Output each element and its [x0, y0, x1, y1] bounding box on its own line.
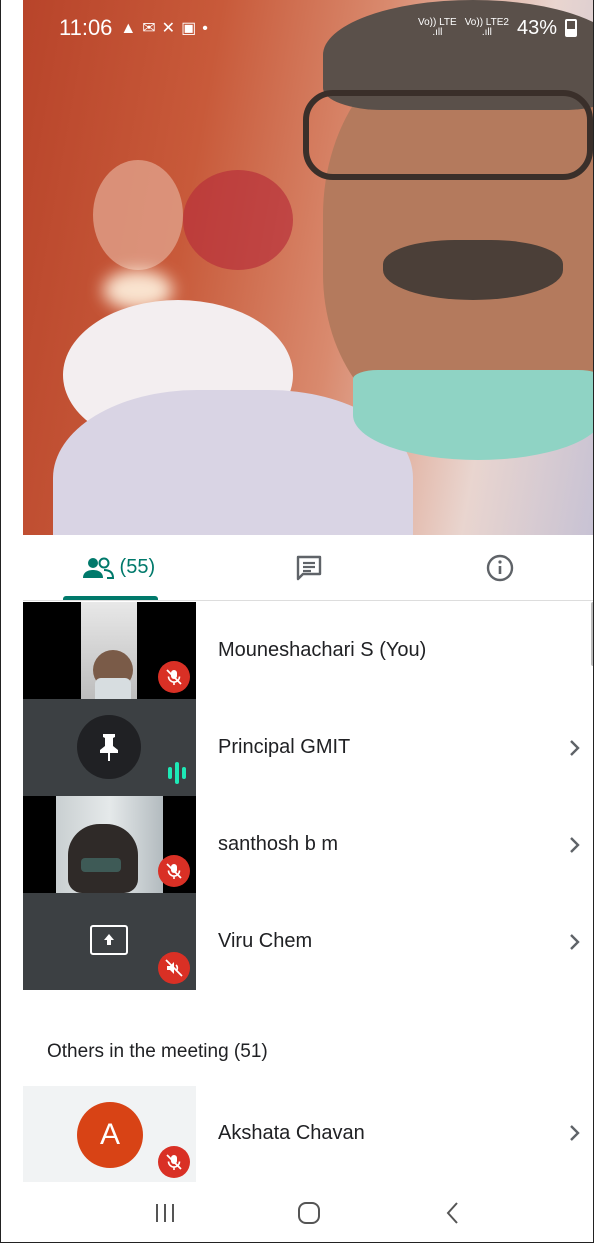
- glasses: [303, 90, 593, 180]
- mic-off-icon: [158, 1146, 190, 1178]
- mic-off-icon: [158, 661, 190, 693]
- back-icon[interactable]: [423, 1193, 483, 1233]
- signal-icon: Vo)) LTE .ıll: [417, 17, 457, 38]
- participant-tile: [23, 893, 196, 990]
- wall-photo: [183, 170, 293, 270]
- mic-off-icon: [158, 855, 190, 887]
- screen: 11:06 ▲✉✕▣• Vo)) LTE .ıll Vo)) LTE2 .ıll 4…: [23, 0, 593, 1242]
- participant-name: Akshata Chavan: [218, 1121, 365, 1144]
- participant-row[interactable]: A Akshata Chavan: [23, 1086, 593, 1182]
- participant-row[interactable]: santhosh b m: [23, 796, 593, 893]
- status-bar: 11:06 ▲✉✕▣• Vo)) LTE .ıll Vo)) LTE2 .ıll 4…: [23, 0, 593, 56]
- participant-video: [23, 602, 196, 699]
- participant-name: Principal GMIT: [218, 736, 351, 758]
- present-screen-icon: [90, 925, 128, 955]
- chevron-right-icon[interactable]: [555, 1123, 593, 1143]
- mustache: [383, 240, 563, 300]
- chevron-right-icon[interactable]: [555, 738, 593, 758]
- participant-tile: [23, 699, 196, 796]
- face-mask: [81, 858, 121, 872]
- tab-info[interactable]: [404, 535, 593, 600]
- participant-name: Mouneshachari S (You): [218, 639, 427, 661]
- signal-icon-2: Vo)) LTE2 .ıll: [464, 17, 509, 38]
- system-nav-bar: [23, 1182, 593, 1242]
- main-video-feed[interactable]: 11:06 ▲✉✕▣• Vo)) LTE .ıll Vo)) LTE2 .ıll 4…: [23, 0, 593, 535]
- speaking-indicator-icon: [168, 762, 186, 784]
- chevron-right-icon[interactable]: [555, 932, 593, 952]
- notification-icons: ▲✉✕▣•: [120, 20, 214, 37]
- chevron-right-icon[interactable]: [555, 835, 593, 855]
- chat-icon: [296, 555, 322, 580]
- people-icon: [82, 557, 114, 579]
- participant-list[interactable]: Mouneshachari S (You) Principal GMIT san…: [23, 602, 593, 1182]
- participant-row[interactable]: Principal GMIT: [23, 699, 593, 796]
- battery-percent: 43%: [516, 16, 557, 39]
- recent-apps-icon[interactable]: [135, 1193, 195, 1233]
- face-mask: [95, 678, 131, 699]
- people-count: (55): [119, 556, 156, 578]
- others-section-heading: Others in the meeting (51): [47, 1041, 268, 1062]
- wall-photo: [93, 160, 183, 270]
- face-mask: [353, 370, 593, 460]
- clock: 11:06: [59, 15, 113, 40]
- volume-off-icon: [158, 952, 190, 984]
- tab-people[interactable]: (55): [23, 535, 214, 600]
- active-tab-indicator: [63, 596, 158, 600]
- participant-name: Viru Chem: [218, 930, 313, 952]
- phone-frame: 11:06 ▲✉✕▣• Vo)) LTE .ıll Vo)) LTE2 .ıll 4…: [0, 0, 594, 1243]
- participant-name: santhosh b m: [218, 833, 339, 855]
- info-icon: [486, 554, 513, 581]
- participant-row[interactable]: Viru Chem: [23, 893, 593, 990]
- tab-chat[interactable]: [214, 535, 405, 600]
- participant-video: [23, 796, 196, 893]
- battery-icon: [565, 19, 577, 37]
- pin-icon[interactable]: [77, 715, 141, 779]
- participant-row[interactable]: Mouneshachari S (You): [23, 602, 593, 699]
- participant-tile: A: [23, 1086, 196, 1182]
- tab-bar: (55): [23, 535, 593, 601]
- avatar: A: [77, 1102, 143, 1168]
- home-icon[interactable]: [279, 1193, 339, 1233]
